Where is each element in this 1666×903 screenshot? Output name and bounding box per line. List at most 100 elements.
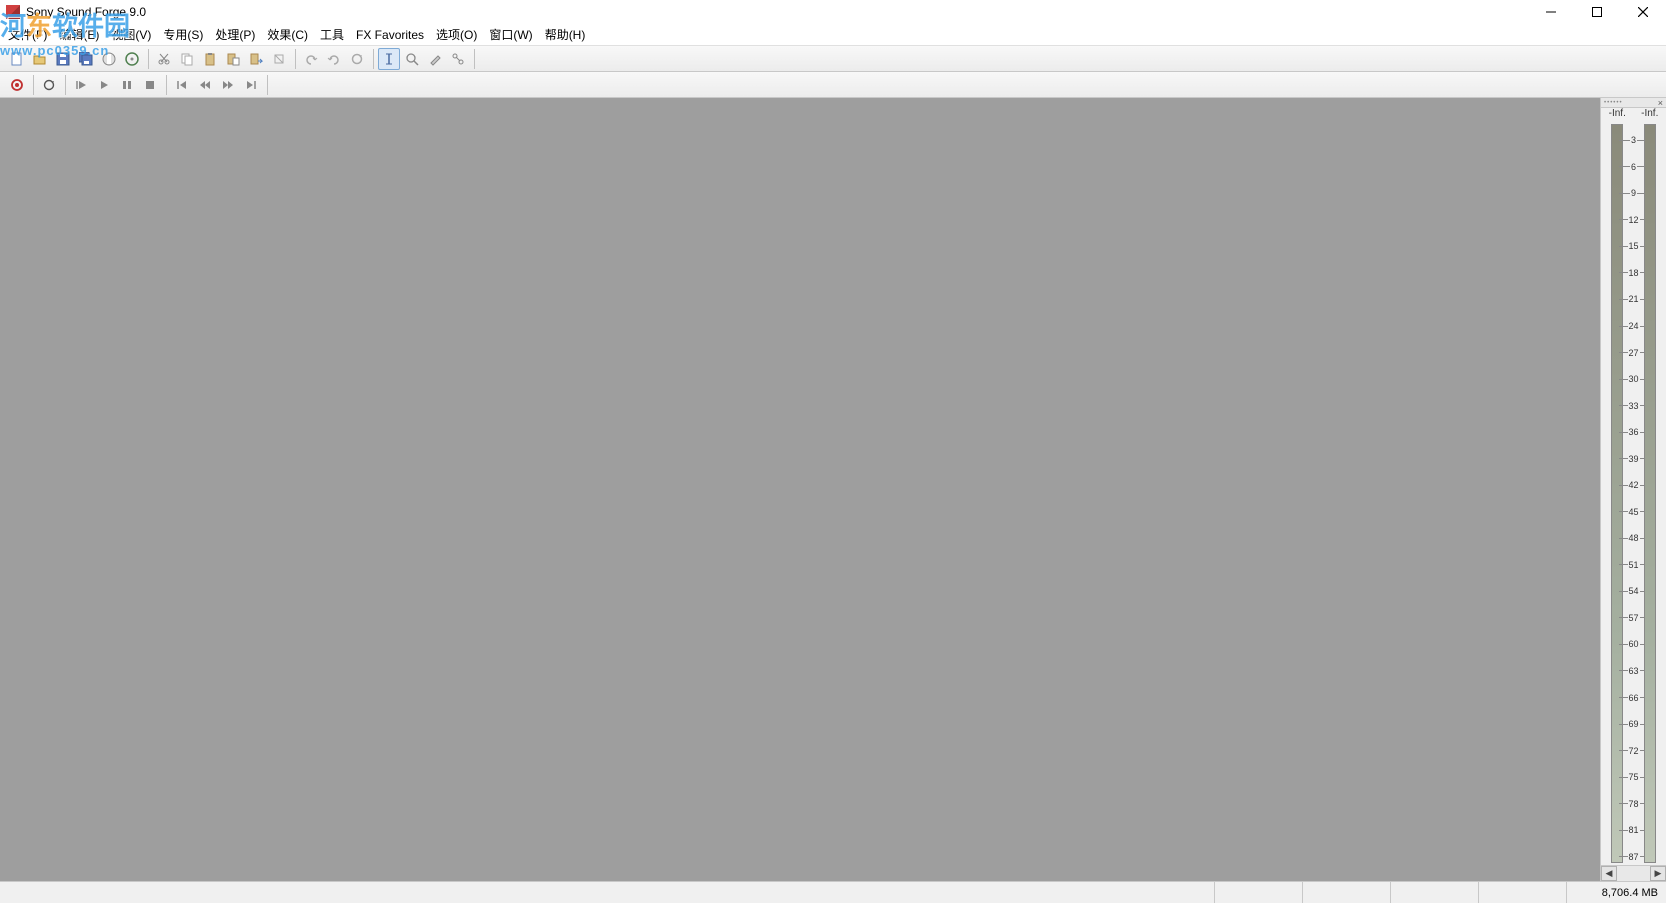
minimize-icon — [1546, 7, 1556, 17]
play-button[interactable] — [93, 74, 115, 96]
menu-effects[interactable]: 效果(C) — [267, 26, 308, 43]
menubar: 文件(F) 编辑(E) 视图(V) 专用(S) 处理(P) 效果(C) 工具 F… — [0, 24, 1666, 46]
minimize-button[interactable] — [1528, 0, 1574, 24]
scroll-right-button[interactable]: ▶ — [1650, 866, 1666, 881]
go-end-button[interactable] — [240, 74, 262, 96]
go-end-icon — [245, 79, 257, 91]
menu-edit[interactable]: 编辑(E) — [59, 26, 99, 43]
new-file-icon — [10, 52, 24, 66]
redo-button[interactable] — [323, 48, 345, 70]
meter-header[interactable]: •••••• × — [1601, 98, 1666, 108]
pencil-icon — [428, 52, 442, 66]
toolbar-separator — [295, 49, 296, 69]
scroll-left-button[interactable]: ◀ — [1601, 866, 1617, 881]
play-all-icon — [75, 79, 87, 91]
pause-button[interactable] — [116, 74, 138, 96]
toolbar-separator — [373, 49, 374, 69]
scroll-track[interactable] — [1617, 866, 1650, 881]
menu-special[interactable]: 专用(S) — [163, 26, 203, 43]
open-button[interactable] — [29, 48, 51, 70]
loop-icon — [43, 79, 55, 91]
toolbar-separator — [148, 49, 149, 69]
save-button[interactable] — [52, 48, 74, 70]
save-icon — [56, 52, 70, 66]
window-title: Sony Sound Forge 9.0 — [26, 5, 146, 19]
close-button[interactable] — [1620, 0, 1666, 24]
stop-icon — [144, 79, 156, 91]
play-icon — [98, 79, 110, 91]
repeat-button[interactable] — [346, 48, 368, 70]
main-area: •••••• × -Inf. -Inf. 3691215182124273033… — [0, 98, 1666, 881]
maximize-icon — [1592, 7, 1602, 17]
go-start-button[interactable] — [171, 74, 193, 96]
undo-icon — [304, 52, 318, 66]
redo-icon — [327, 52, 341, 66]
meter-bar-right — [1644, 124, 1656, 863]
magnify-tool-button[interactable] — [401, 48, 423, 70]
scissors-icon — [157, 52, 171, 66]
titlebar: Sony Sound Forge 9.0 — [0, 0, 1666, 24]
menu-options[interactable]: 选项(O) — [436, 26, 477, 43]
cd-button[interactable] — [121, 48, 143, 70]
standard-toolbar — [0, 46, 1666, 72]
cd-icon — [125, 52, 139, 66]
globe-icon — [102, 52, 116, 66]
cut-button[interactable] — [153, 48, 175, 70]
statusbar: 8,706.4 MB — [0, 881, 1666, 903]
meter-left-peak[interactable]: -Inf. — [1601, 108, 1634, 122]
transport-toolbar — [0, 72, 1666, 98]
menu-view[interactable]: 视图(V) — [111, 26, 151, 43]
new-button[interactable] — [6, 48, 28, 70]
status-cell-1[interactable] — [1214, 882, 1302, 903]
meter-right-peak[interactable]: -Inf. — [1634, 108, 1666, 122]
rewind-icon — [199, 79, 211, 91]
edit-tool-icon — [382, 52, 396, 66]
paste-button[interactable] — [199, 48, 221, 70]
meter-scrollbar: ◀ ▶ — [1601, 865, 1666, 881]
status-memory[interactable]: 8,706.4 MB — [1566, 882, 1666, 903]
copy-button[interactable] — [176, 48, 198, 70]
forward-button[interactable] — [217, 74, 239, 96]
menu-fxfav[interactable]: FX Favorites — [356, 28, 424, 42]
toolbar-separator — [166, 75, 167, 95]
trim-button[interactable] — [268, 48, 290, 70]
pencil-tool-button[interactable] — [424, 48, 446, 70]
open-folder-icon — [33, 52, 47, 66]
stop-button[interactable] — [139, 74, 161, 96]
repeat-icon — [350, 52, 364, 66]
menu-help[interactable]: 帮助(H) — [545, 26, 586, 43]
paste-new-button[interactable] — [222, 48, 244, 70]
meter-body: 3691215182124273033363942454851545760636… — [1601, 122, 1666, 865]
save-all-button[interactable] — [75, 48, 97, 70]
paste-new-icon — [226, 52, 240, 66]
workspace[interactable] — [0, 98, 1600, 881]
record-button[interactable] — [6, 74, 28, 96]
undo-button[interactable] — [300, 48, 322, 70]
status-message — [0, 882, 1214, 903]
menu-process[interactable]: 处理(P) — [215, 26, 255, 43]
menu-window[interactable]: 窗口(W) — [489, 26, 532, 43]
magnify-icon — [405, 52, 419, 66]
loop-button[interactable] — [38, 74, 60, 96]
maximize-button[interactable] — [1574, 0, 1620, 24]
status-cell-2[interactable] — [1302, 882, 1390, 903]
menu-tools[interactable]: 工具 — [320, 26, 344, 43]
status-cell-3[interactable] — [1390, 882, 1478, 903]
toolbar-separator — [33, 75, 34, 95]
status-cell-4[interactable] — [1478, 882, 1566, 903]
publish-button[interactable] — [98, 48, 120, 70]
edit-tool-button[interactable] — [378, 48, 400, 70]
meter-right-channel[interactable] — [1634, 124, 1666, 863]
event-tool-button[interactable] — [447, 48, 469, 70]
meter-peak-labels: -Inf. -Inf. — [1601, 108, 1666, 122]
go-start-icon — [176, 79, 188, 91]
pause-icon — [121, 79, 133, 91]
meter-close-button[interactable]: × — [1658, 98, 1663, 108]
mix-button[interactable] — [245, 48, 267, 70]
rewind-button[interactable] — [194, 74, 216, 96]
toolbar-separator — [65, 75, 66, 95]
level-meter-panel: •••••• × -Inf. -Inf. 3691215182124273033… — [1600, 98, 1666, 881]
close-icon — [1638, 7, 1648, 17]
menu-file[interactable]: 文件(F) — [8, 26, 47, 43]
play-all-button[interactable] — [70, 74, 92, 96]
